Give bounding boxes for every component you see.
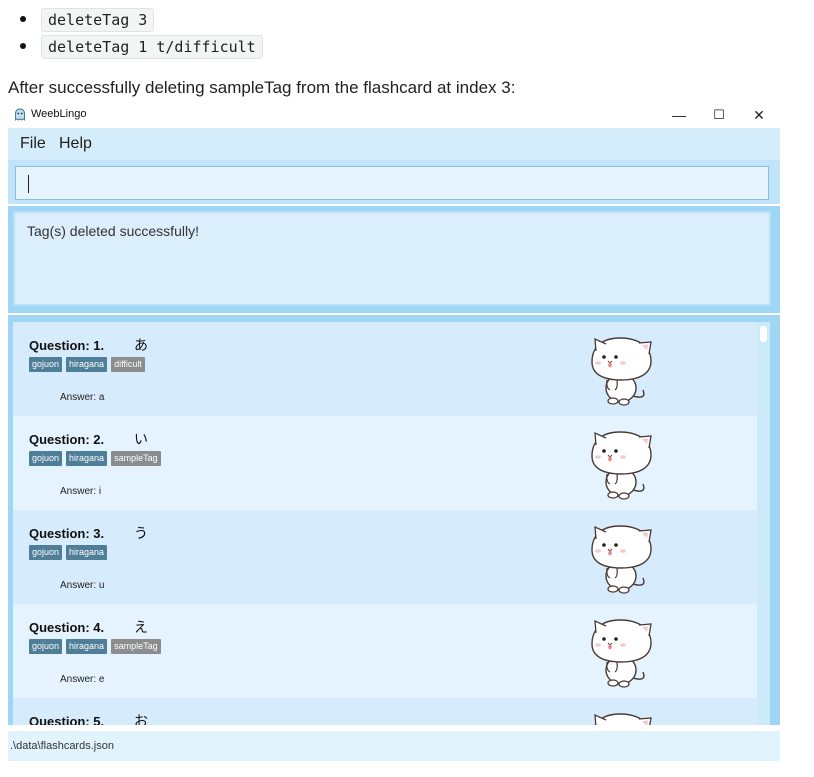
code-snippet: deleteTag 3: [41, 8, 155, 32]
question-label: Question: 3.: [29, 526, 105, 541]
answer-text: Answer: i: [60, 486, 102, 497]
tag-badge: hiragana: [66, 357, 108, 372]
maximize-button[interactable]: ☐: [699, 102, 739, 128]
tag-badge: hiragana: [66, 545, 108, 560]
answer-text: Answer: u: [60, 580, 105, 591]
title-bar[interactable]: WeebLingo — ☐ ✕: [8, 102, 780, 128]
bullet-icon: [20, 43, 26, 49]
result-panel: Tag(s) deleted successfully!: [8, 206, 780, 313]
tag-list: gojuon hiragana sampleTag: [29, 451, 165, 466]
question-text: お: [134, 713, 148, 725]
flashcard-list[interactable]: Question: 1. あ gojuon hiragana difficult Answ…: [13, 322, 757, 725]
flashcard-row[interactable]: Question: 1. あ gojuon hiragana difficult Answ…: [13, 322, 757, 416]
cat-mascot-icon: [583, 516, 663, 596]
question-label: Question: 4.: [29, 620, 105, 635]
text-caret: [28, 175, 29, 193]
tag-list: gojuon hiragana difficult: [29, 357, 149, 372]
question-text: う: [134, 525, 148, 541]
tag-badge: hiragana: [66, 451, 108, 466]
cat-mascot-icon: [583, 328, 663, 408]
flashcard-row[interactable]: Question: 3. う gojuon hiragana Answer: u: [13, 510, 757, 604]
flashcard-row[interactable]: Question: 5. お: [13, 698, 757, 725]
result-message: Tag(s) deleted successfully!: [27, 223, 199, 239]
menu-bar: File Help: [8, 128, 780, 160]
question-text: い: [134, 431, 148, 447]
answer-text: Answer: e: [60, 674, 105, 685]
tag-badge: gojuon: [29, 545, 63, 560]
code-snippet: deleteTag 1 t/difficult: [41, 35, 263, 59]
doc-paragraph: After successfully deleting sampleTag fr…: [8, 78, 516, 97]
app-window: WeebLingo — ☐ ✕ File Help Tag(s) deleted…: [8, 102, 780, 761]
tag-badge: gojuon: [29, 451, 63, 466]
close-button[interactable]: ✕: [739, 102, 779, 128]
scrollbar[interactable]: [757, 322, 770, 725]
tag-list: gojuon hiragana: [29, 545, 111, 560]
flashcard-row[interactable]: Question: 2. い gojuon hiragana sampleTag Answ…: [13, 416, 757, 510]
menu-help[interactable]: Help: [59, 135, 92, 153]
cat-mascot-icon: [583, 704, 663, 725]
tag-badge: sampleTag: [111, 451, 161, 466]
scrollbar-thumb[interactable]: [760, 326, 767, 342]
command-input[interactable]: [15, 166, 769, 200]
app-ghost-icon: [15, 108, 25, 121]
tag-badge: sampleTag: [111, 639, 161, 654]
minimize-button[interactable]: —: [659, 102, 699, 128]
window-title: WeebLingo: [31, 108, 87, 120]
tag-badge: difficult: [111, 357, 145, 372]
tag-list: gojuon hiragana sampleTag: [29, 639, 165, 654]
tag-badge: hiragana: [66, 639, 108, 654]
status-bar: .\data\flashcards.json: [8, 731, 780, 761]
flashcard-list-panel: Question: 1. あ gojuon hiragana difficult Answ…: [8, 315, 780, 725]
question-label: Question: 2.: [29, 432, 105, 447]
tag-badge: gojuon: [29, 357, 63, 372]
data-file-path: .\data\flashcards.json: [10, 740, 114, 752]
cat-mascot-icon: [583, 610, 663, 690]
answer-text: Answer: a: [60, 392, 105, 403]
menu-file[interactable]: File: [20, 135, 46, 153]
question-text: え: [134, 619, 148, 635]
bullet-icon: [20, 16, 26, 22]
question-label: Question: 1.: [29, 338, 105, 353]
flashcard-row[interactable]: Question: 4. え gojuon hiragana sampleTag Answ…: [13, 604, 757, 698]
tag-badge: gojuon: [29, 639, 63, 654]
result-display: Tag(s) deleted successfully!: [13, 211, 771, 306]
question-text: あ: [134, 337, 148, 353]
command-panel: [8, 160, 780, 204]
cat-mascot-icon: [583, 422, 663, 502]
question-label: Question: 5.: [29, 714, 105, 725]
